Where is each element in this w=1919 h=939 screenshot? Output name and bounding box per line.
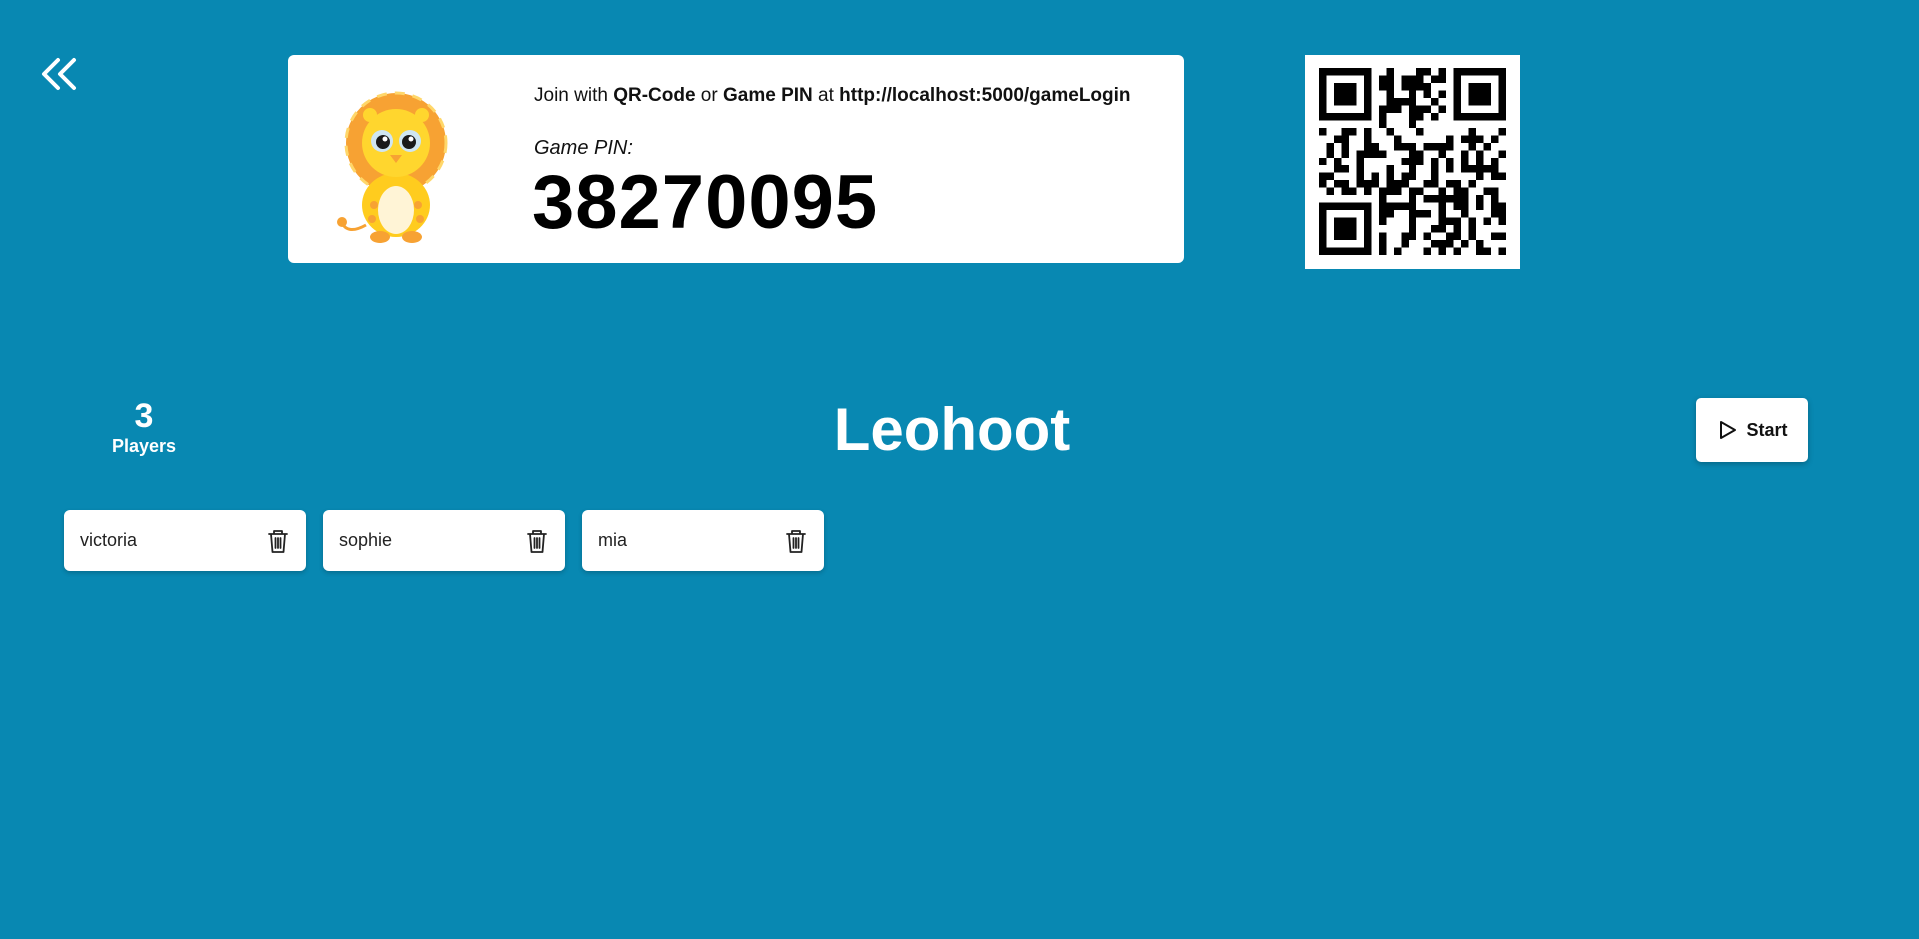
join-instructions: Join with QR-Code or Game PIN at http://… xyxy=(534,85,1131,106)
qr-code xyxy=(1305,55,1520,269)
player-name: victoria xyxy=(80,530,138,550)
play-icon xyxy=(1720,421,1737,439)
double-chevron-left-icon xyxy=(42,58,76,90)
qr-code-icon xyxy=(1319,68,1506,255)
lobby-page: Join with QR-Code or Game PIN at http://… xyxy=(0,0,1919,939)
game-title: Leohoot xyxy=(833,396,1071,463)
join-info-card: Join with QR-Code or Game PIN at http://… xyxy=(288,55,1184,263)
game-pin-caption: Game PIN: xyxy=(534,137,633,159)
player-name: sophie xyxy=(339,530,393,550)
lion-mascot xyxy=(337,91,448,243)
players-label: Players xyxy=(111,436,177,456)
start-button[interactable]: Start xyxy=(1696,398,1808,462)
player-name: mia xyxy=(598,530,628,550)
start-label: Start xyxy=(1746,419,1788,440)
trash-icon[interactable] xyxy=(266,528,290,554)
trash-icon[interactable] xyxy=(784,528,808,554)
player-card: victoria xyxy=(64,510,306,571)
trash-icon[interactable] xyxy=(525,528,549,554)
player-counter: 3 Players xyxy=(100,396,188,456)
back-button[interactable] xyxy=(36,50,86,100)
player-card: mia xyxy=(582,510,824,571)
player-list: victoria sophie mia xyxy=(64,510,824,571)
game-pin-value: 38270095 xyxy=(532,160,879,245)
player-card: sophie xyxy=(323,510,565,571)
player-count: 3 xyxy=(134,397,154,435)
join-url: http://localhost:5000/gameLogin xyxy=(839,85,1131,106)
